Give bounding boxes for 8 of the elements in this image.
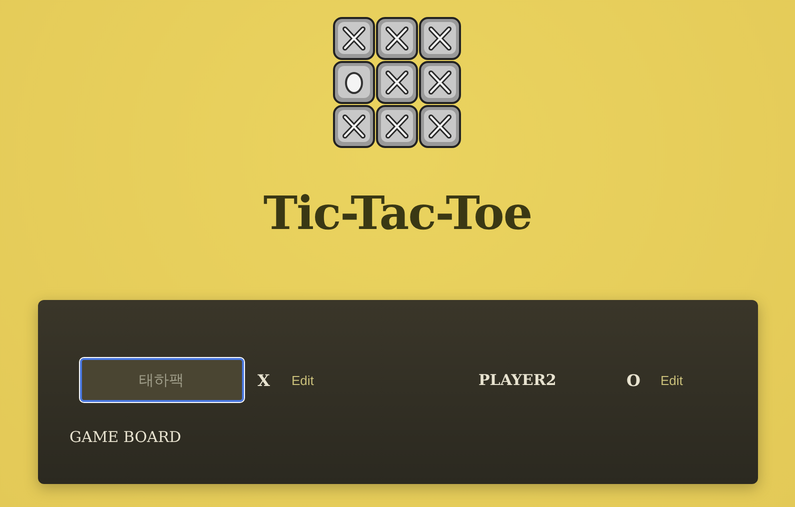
player-name: PLAYER2 <box>478 371 558 389</box>
edit-button[interactable]: Edit <box>288 370 318 390</box>
game-board-heading: GAME BOARD <box>70 428 182 446</box>
player-name-field[interactable]: 태하팩 <box>80 358 244 402</box>
edit-button[interactable]: Edit <box>656 370 687 390</box>
player-symbol: X <box>258 370 271 390</box>
player-symbol: O <box>626 370 642 390</box>
game-title: Tic-Tac-Toe <box>263 186 532 240</box>
